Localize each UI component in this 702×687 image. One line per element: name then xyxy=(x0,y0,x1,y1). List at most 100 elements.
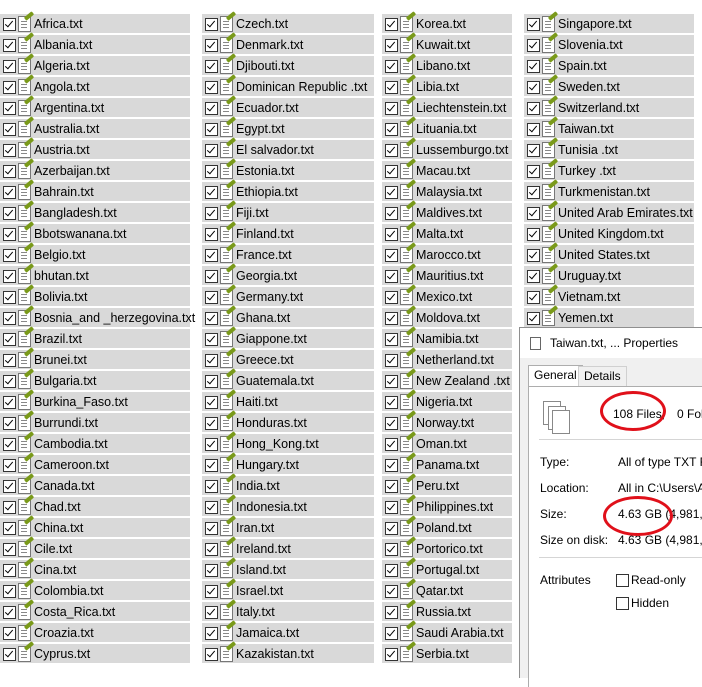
file-item[interactable]: Lituania.txt xyxy=(382,119,512,138)
checked-checkbox-icon[interactable] xyxy=(205,186,218,199)
checked-checkbox-icon[interactable] xyxy=(385,81,398,94)
checked-checkbox-icon[interactable] xyxy=(385,522,398,535)
checked-checkbox-icon[interactable] xyxy=(3,396,16,409)
file-item[interactable]: Bosnia_and _herzegovina.txt xyxy=(0,308,195,327)
file-item[interactable]: El salvador.txt xyxy=(202,140,374,159)
checked-checkbox-icon[interactable] xyxy=(385,375,398,388)
checked-checkbox-icon[interactable] xyxy=(385,291,398,304)
checked-checkbox-icon[interactable] xyxy=(205,480,218,493)
checked-checkbox-icon[interactable] xyxy=(527,102,540,115)
checked-checkbox-icon[interactable] xyxy=(3,564,16,577)
file-item[interactable]: Slovenia.txt xyxy=(524,35,694,54)
checked-checkbox-icon[interactable] xyxy=(205,228,218,241)
file-item[interactable]: Libano.txt xyxy=(382,56,512,75)
file-item[interactable]: bhutan.txt xyxy=(0,266,190,285)
file-item[interactable]: Chad.txt xyxy=(0,497,190,516)
checked-checkbox-icon[interactable] xyxy=(205,438,218,451)
checked-checkbox-icon[interactable] xyxy=(527,207,540,220)
checked-checkbox-icon[interactable] xyxy=(385,564,398,577)
file-item[interactable]: Lussemburgo.txt xyxy=(382,140,512,159)
readonly-checkbox[interactable] xyxy=(616,574,629,587)
file-item[interactable]: Dominican Republic .txt xyxy=(202,77,374,96)
checked-checkbox-icon[interactable] xyxy=(205,60,218,73)
checked-checkbox-icon[interactable] xyxy=(205,291,218,304)
file-item[interactable]: Norway.txt xyxy=(382,413,512,432)
file-item[interactable]: Bulgaria.txt xyxy=(0,371,190,390)
checked-checkbox-icon[interactable] xyxy=(205,81,218,94)
file-item[interactable]: Estonia.txt xyxy=(202,161,374,180)
file-item[interactable]: Peru.txt xyxy=(382,476,512,495)
checked-checkbox-icon[interactable] xyxy=(205,144,218,157)
file-item[interactable]: Oman.txt xyxy=(382,434,512,453)
file-item[interactable]: Finland.txt xyxy=(202,224,374,243)
file-item[interactable]: Cile.txt xyxy=(0,539,190,558)
checked-checkbox-icon[interactable] xyxy=(3,375,16,388)
file-item[interactable]: Australia.txt xyxy=(0,119,190,138)
checked-checkbox-icon[interactable] xyxy=(205,396,218,409)
checked-checkbox-icon[interactable] xyxy=(385,249,398,262)
file-item[interactable]: Germany.txt xyxy=(202,287,374,306)
file-item[interactable]: China.txt xyxy=(0,518,190,537)
checked-checkbox-icon[interactable] xyxy=(3,186,16,199)
file-item[interactable]: Angola.txt xyxy=(0,77,190,96)
file-item[interactable]: Albania.txt xyxy=(0,35,190,54)
checked-checkbox-icon[interactable] xyxy=(385,165,398,178)
checked-checkbox-icon[interactable] xyxy=(205,270,218,283)
file-item[interactable]: Ghana.txt xyxy=(202,308,374,327)
file-item[interactable]: Brazil.txt xyxy=(0,329,190,348)
file-item[interactable]: Ireland.txt xyxy=(202,539,374,558)
checked-checkbox-icon[interactable] xyxy=(385,627,398,640)
file-item[interactable]: Honduras.txt xyxy=(202,413,374,432)
file-item[interactable]: Libia.txt xyxy=(382,77,512,96)
tab-details[interactable]: Details xyxy=(578,366,627,386)
checked-checkbox-icon[interactable] xyxy=(385,396,398,409)
file-item[interactable]: Indonesia.txt xyxy=(202,497,374,516)
checked-checkbox-icon[interactable] xyxy=(385,459,398,472)
checked-checkbox-icon[interactable] xyxy=(3,39,16,52)
checked-checkbox-icon[interactable] xyxy=(205,123,218,136)
file-item[interactable]: Africa.txt xyxy=(0,14,190,33)
file-item[interactable]: Switzerland.txt xyxy=(524,98,694,117)
checked-checkbox-icon[interactable] xyxy=(385,123,398,136)
checked-checkbox-icon[interactable] xyxy=(205,522,218,535)
checked-checkbox-icon[interactable] xyxy=(3,459,16,472)
file-item[interactable]: Singapore.txt xyxy=(524,14,694,33)
file-item[interactable]: Malaysia.txt xyxy=(382,182,512,201)
file-item[interactable]: Turkmenistan.txt xyxy=(524,182,694,201)
checked-checkbox-icon[interactable] xyxy=(205,543,218,556)
file-item[interactable]: Burrundi.txt xyxy=(0,413,190,432)
checked-checkbox-icon[interactable] xyxy=(3,18,16,31)
file-item[interactable]: Denmark.txt xyxy=(202,35,374,54)
checked-checkbox-icon[interactable] xyxy=(3,291,16,304)
checked-checkbox-icon[interactable] xyxy=(385,543,398,556)
file-item[interactable]: Mexico.txt xyxy=(382,287,512,306)
file-item[interactable]: Macau.txt xyxy=(382,161,512,180)
file-item[interactable]: Guatemala.txt xyxy=(202,371,374,390)
file-item[interactable]: United Arab Emirates.txt xyxy=(524,203,694,222)
file-item[interactable]: Kazakistan.txt xyxy=(202,644,374,663)
file-item[interactable]: Hungary.txt xyxy=(202,455,374,474)
file-item[interactable]: Bangladesh.txt xyxy=(0,203,190,222)
checked-checkbox-icon[interactable] xyxy=(527,291,540,304)
file-item[interactable]: Croazia.txt xyxy=(0,623,190,642)
checked-checkbox-icon[interactable] xyxy=(3,228,16,241)
checked-checkbox-icon[interactable] xyxy=(527,144,540,157)
checked-checkbox-icon[interactable] xyxy=(385,39,398,52)
checked-checkbox-icon[interactable] xyxy=(527,186,540,199)
file-item[interactable]: Uruguay.txt xyxy=(524,266,694,285)
checked-checkbox-icon[interactable] xyxy=(385,18,398,31)
checked-checkbox-icon[interactable] xyxy=(3,144,16,157)
checked-checkbox-icon[interactable] xyxy=(3,480,16,493)
file-item[interactable]: Ethiopia.txt xyxy=(202,182,374,201)
file-item[interactable]: Israel.txt xyxy=(202,581,374,600)
file-item[interactable]: Island.txt xyxy=(202,560,374,579)
file-item[interactable]: New Zealand .txt xyxy=(382,371,512,390)
checked-checkbox-icon[interactable] xyxy=(3,438,16,451)
checked-checkbox-icon[interactable] xyxy=(527,123,540,136)
file-item[interactable]: Argentina.txt xyxy=(0,98,190,117)
checked-checkbox-icon[interactable] xyxy=(3,60,16,73)
file-item[interactable]: Portugal.txt xyxy=(382,560,512,579)
file-item[interactable]: Panama.txt xyxy=(382,455,512,474)
checked-checkbox-icon[interactable] xyxy=(205,585,218,598)
checked-checkbox-icon[interactable] xyxy=(3,102,16,115)
